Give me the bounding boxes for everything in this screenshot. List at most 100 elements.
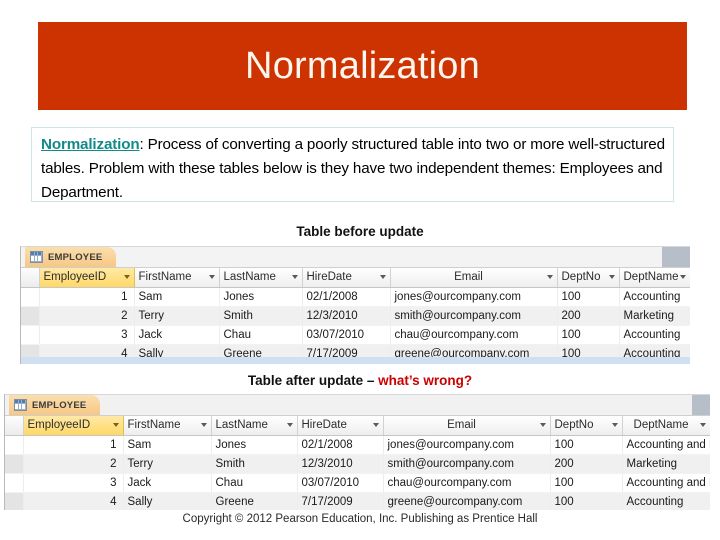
column-header-deptno[interactable]: DeptNo <box>557 268 620 288</box>
record-selector[interactable] <box>21 306 40 326</box>
chevron-down-icon[interactable] <box>112 423 119 428</box>
cell-lastname[interactable]: Chau <box>219 325 303 345</box>
chevron-down-icon[interactable] <box>546 275 553 280</box>
table-row[interactable]: 3 Jack Chau 03/07/2010 chau@ourcompany.c… <box>5 473 710 493</box>
cell-firstname[interactable]: Jack <box>123 473 212 493</box>
chevron-down-icon[interactable] <box>608 275 615 280</box>
column-header-deptname[interactable]: DeptName <box>622 416 710 436</box>
cell-lastname[interactable]: Jones <box>211 435 298 455</box>
caption-table-before: Table before update <box>0 224 720 239</box>
chevron-down-icon[interactable] <box>208 275 215 280</box>
cell-employeeid[interactable]: 2 <box>23 454 124 474</box>
table-row[interactable]: 4 Sally Greene 7/17/2009 greene@ourcompa… <box>5 492 710 510</box>
column-header-deptname[interactable]: DeptName <box>619 268 690 288</box>
cell-firstname[interactable]: Sally <box>123 492 212 510</box>
table-tab-label: EMPLOYEE <box>32 399 87 411</box>
chevron-down-icon[interactable] <box>379 275 386 280</box>
cell-lastname[interactable]: Chau <box>211 473 298 493</box>
record-selector[interactable] <box>21 287 40 307</box>
table-row[interactable]: 1 Sam Jones 02/1/2008 jones@ourcompany.c… <box>21 287 690 307</box>
column-header-deptno[interactable]: DeptNo <box>550 416 623 436</box>
column-header-firstname[interactable]: FirstName <box>123 416 212 436</box>
cell-firstname[interactable]: Terry <box>134 306 220 326</box>
column-header-email[interactable]: Email <box>390 268 558 288</box>
cell-deptno[interactable]: 200 <box>550 454 623 474</box>
chevron-down-icon[interactable] <box>372 423 379 428</box>
cell-deptname[interactable]: Marketing <box>619 306 690 326</box>
cell-deptno[interactable]: 100 <box>550 473 623 493</box>
record-selector[interactable] <box>21 325 40 345</box>
record-selector[interactable] <box>5 435 24 455</box>
record-selector[interactable] <box>5 492 24 510</box>
cell-employeeid[interactable]: 1 <box>23 435 124 455</box>
cell-employeeid[interactable]: 3 <box>23 473 124 493</box>
cell-hiredate[interactable]: 02/1/2008 <box>297 435 384 455</box>
cell-deptname[interactable]: Accounting <box>619 325 690 345</box>
chevron-down-icon[interactable] <box>123 275 130 280</box>
cell-email[interactable]: smith@ourcompany.com <box>390 306 558 326</box>
column-header-lastname[interactable]: LastName <box>211 416 298 436</box>
chevron-down-icon[interactable] <box>200 423 207 428</box>
cell-email[interactable]: smith@ourcompany.com <box>383 454 551 474</box>
chevron-down-icon[interactable] <box>611 423 618 428</box>
datasheet-after-update: EMPLOYEE EmployeeID FirstName LastName H… <box>4 394 710 510</box>
cell-hiredate[interactable]: 12/3/2010 <box>302 306 391 326</box>
cell-firstname[interactable]: Jack <box>134 325 220 345</box>
column-header-employeeid[interactable]: EmployeeID <box>23 416 124 436</box>
cell-lastname[interactable]: Jones <box>219 287 303 307</box>
table-tab-employee-after[interactable]: EMPLOYEE <box>9 395 101 415</box>
cell-firstname[interactable]: Sam <box>123 435 212 455</box>
cell-employeeid[interactable]: 4 <box>23 492 124 510</box>
cell-deptname[interactable]: Accounting <box>622 492 710 510</box>
record-selector[interactable] <box>5 473 24 493</box>
column-header-firstname[interactable]: FirstName <box>134 268 220 288</box>
cell-lastname[interactable]: Greene <box>211 492 298 510</box>
column-header-hiredate[interactable]: HireDate <box>302 268 391 288</box>
cell-employeeid[interactable]: 2 <box>39 306 135 326</box>
cell-deptno[interactable]: 100 <box>557 287 620 307</box>
cell-deptno[interactable]: 100 <box>557 325 620 345</box>
cell-email[interactable]: jones@ourcompany.com <box>390 287 558 307</box>
table-tab-employee-before[interactable]: EMPLOYEE <box>25 247 117 267</box>
definition-textbox: Normalization: Process of converting a p… <box>31 127 674 202</box>
cell-hiredate[interactable]: 7/17/2009 <box>297 492 384 510</box>
column-header-employeeid[interactable]: EmployeeID <box>39 268 135 288</box>
cell-email[interactable]: chau@ourcompany.com <box>383 473 551 493</box>
cell-deptname[interactable]: Accounting <box>619 287 690 307</box>
column-header-email[interactable]: Email <box>383 416 551 436</box>
cell-email[interactable]: chau@ourcompany.com <box>390 325 558 345</box>
cell-hiredate[interactable]: 03/07/2010 <box>297 473 384 493</box>
cell-deptno[interactable]: 100 <box>550 435 623 455</box>
column-header-lastname[interactable]: LastName <box>219 268 303 288</box>
datasheet-grid-after: EmployeeID FirstName LastName HireDate E… <box>5 416 710 510</box>
chevron-down-icon[interactable] <box>286 423 293 428</box>
cell-deptno[interactable]: 100 <box>550 492 623 510</box>
chevron-down-icon[interactable] <box>291 275 298 280</box>
cell-hiredate[interactable]: 12/3/2010 <box>297 454 384 474</box>
table-row[interactable]: 1 Sam Jones 02/1/2008 jones@ourcompany.c… <box>5 435 710 455</box>
cell-deptname[interactable]: Accounting and Finance <box>622 435 710 455</box>
cell-deptname[interactable]: Accounting and Finance <box>622 473 710 493</box>
cell-employeeid[interactable]: 1 <box>39 287 135 307</box>
cell-email[interactable]: jones@ourcompany.com <box>383 435 551 455</box>
table-row[interactable]: 3 Jack Chau 03/07/2010 chau@ourcompany.c… <box>21 325 690 345</box>
table-row[interactable]: 2 Terry Smith 12/3/2010 smith@ourcompany… <box>21 306 690 326</box>
record-selector[interactable] <box>5 454 24 474</box>
cell-employeeid[interactable]: 3 <box>39 325 135 345</box>
caption-before-label: Table before update <box>296 224 424 239</box>
cell-hiredate[interactable]: 02/1/2008 <box>302 287 391 307</box>
cell-lastname[interactable]: Smith <box>219 306 303 326</box>
cell-email[interactable]: greene@ourcompany.com <box>383 492 551 510</box>
cell-lastname[interactable]: Smith <box>211 454 298 474</box>
chevron-down-icon[interactable] <box>699 423 706 428</box>
cell-hiredate[interactable]: 03/07/2010 <box>302 325 391 345</box>
grid-icon <box>30 251 43 263</box>
chevron-down-icon[interactable] <box>539 423 546 428</box>
table-row[interactable]: 2 Terry Smith 12/3/2010 smith@ourcompany… <box>5 454 710 474</box>
cell-deptname[interactable]: Marketing <box>622 454 710 474</box>
chevron-down-icon[interactable] <box>679 275 686 280</box>
column-header-hiredate[interactable]: HireDate <box>297 416 384 436</box>
cell-firstname[interactable]: Sam <box>134 287 220 307</box>
cell-firstname[interactable]: Terry <box>123 454 212 474</box>
cell-deptno[interactable]: 200 <box>557 306 620 326</box>
